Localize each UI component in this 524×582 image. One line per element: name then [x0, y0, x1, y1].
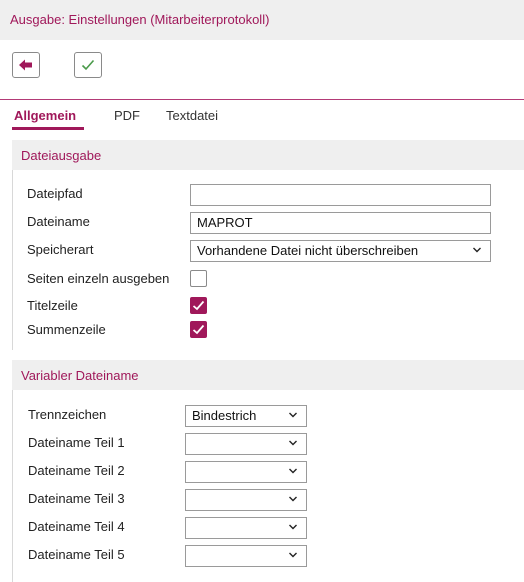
window-titlebar: Ausgabe: Einstellungen (Mitarbeiterproto… — [0, 0, 524, 40]
back-button[interactable] — [12, 52, 40, 78]
tab-pdf[interactable]: PDF — [114, 108, 140, 123]
checkmark-icon — [192, 300, 205, 311]
dateiname-teil-2-label: Dateiname Teil 2 — [28, 463, 125, 478]
section-border — [12, 170, 13, 350]
dateiname-teil-5-select[interactable] — [185, 545, 307, 567]
seiten-einzeln-label: Seiten einzeln ausgeben — [27, 271, 170, 286]
dateiname-teil-3-label: Dateiname Teil 3 — [28, 491, 125, 506]
titelzeile-checkbox[interactable] — [190, 297, 207, 314]
summenzeile-checkbox[interactable] — [190, 321, 207, 338]
trennzeichen-label: Trennzeichen — [28, 407, 107, 422]
dateiname-label: Dateiname — [27, 214, 90, 229]
tab-allgemein[interactable]: Allgemein — [14, 108, 76, 123]
speicherart-select[interactable]: Vorhandene Datei nicht überschreiben — [190, 240, 491, 262]
section-header-variabler-dateiname: Variabler Dateiname — [12, 360, 524, 390]
dateipfad-input[interactable] — [190, 184, 491, 206]
dateiname-teil-4-select[interactable] — [185, 517, 307, 539]
section-title: Dateiausgabe — [21, 148, 102, 163]
chevron-down-icon — [473, 247, 481, 253]
dateiname-teil-5-label: Dateiname Teil 5 — [28, 547, 125, 562]
section-border — [12, 390, 13, 582]
titelzeile-label: Titelzeile — [27, 298, 78, 313]
section-header-dateiausgabe: Dateiausgabe — [12, 140, 524, 170]
checkmark-icon — [192, 324, 205, 335]
speicherart-label: Speicherart — [27, 242, 94, 257]
checkmark-icon — [81, 59, 95, 71]
dateiname-teil-3-select[interactable] — [185, 489, 307, 511]
window-title: Ausgabe: Einstellungen (Mitarbeiterproto… — [10, 12, 270, 27]
dateiname-teil-2-select[interactable] — [185, 461, 307, 483]
tab-bar: Allgemein PDF Textdatei — [0, 100, 524, 130]
chevron-down-icon — [289, 524, 297, 530]
speicherart-value: Vorhandene Datei nicht überschreiben — [197, 243, 419, 258]
section-title: Variabler Dateiname — [21, 368, 139, 383]
trennzeichen-value: Bindestrich — [192, 408, 257, 423]
active-tab-indicator — [12, 127, 84, 130]
tab-textdatei[interactable]: Textdatei — [166, 108, 218, 123]
dateiname-teil-1-select[interactable] — [185, 433, 307, 455]
dateipfad-label: Dateipfad — [27, 186, 83, 201]
confirm-button[interactable] — [74, 52, 102, 78]
chevron-down-icon — [289, 412, 297, 418]
trennzeichen-select[interactable]: Bindestrich — [185, 405, 307, 427]
chevron-down-icon — [289, 496, 297, 502]
chevron-down-icon — [289, 468, 297, 474]
summenzeile-label: Summenzeile — [27, 322, 106, 337]
arrow-left-icon — [19, 59, 32, 71]
chevron-down-icon — [289, 552, 297, 558]
dateiname-teil-4-label: Dateiname Teil 4 — [28, 519, 125, 534]
chevron-down-icon — [289, 440, 297, 446]
toolbar — [0, 40, 524, 96]
dateiname-input[interactable]: MAPROT — [190, 212, 491, 234]
seiten-einzeln-checkbox[interactable] — [190, 270, 207, 287]
dateiname-teil-1-label: Dateiname Teil 1 — [28, 435, 125, 450]
